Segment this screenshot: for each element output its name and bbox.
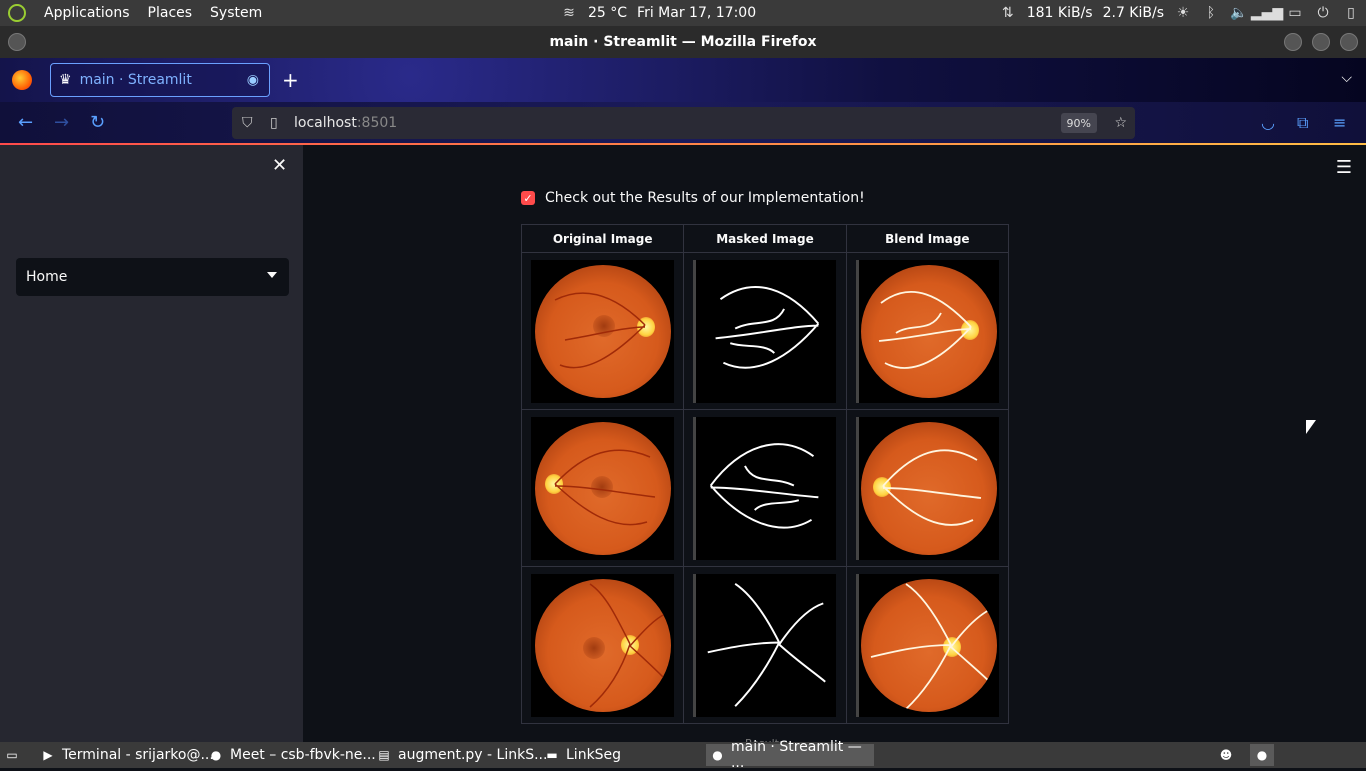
blend-retina-image — [855, 416, 999, 560]
page-select-value: Home — [26, 269, 68, 285]
taskbar-item-label: main · Streamlit — ... — [730, 739, 862, 771]
original-retina-image — [531, 259, 675, 403]
tab-streamlit[interactable]: ♛ main · Streamlit ◉ — [50, 63, 270, 97]
network-activity-icon: ⇅ — [1001, 5, 1014, 21]
table-row — [520, 409, 1010, 567]
folder-icon: ▬ — [546, 748, 558, 762]
firefox-launcher-icon[interactable]: ● — [1250, 744, 1274, 766]
list-all-tabs-chevron-down-icon[interactable]: ⌵ — [1341, 70, 1352, 86]
net-up: 2.7 KiB/s — [1102, 5, 1164, 21]
taskbar-item-linkseg[interactable]: ▬ LinkSeg — [540, 744, 625, 766]
user-icon[interactable]: ☻ — [1214, 744, 1238, 766]
window-menu-icon[interactable] — [8, 33, 26, 51]
checkbox-checked-icon[interactable]: ✓ — [521, 191, 535, 205]
taskbar-item-label: Meet – csb-fbvk-ne... — [230, 747, 376, 763]
maximize-icon[interactable] — [1312, 33, 1330, 51]
places-menu[interactable]: Places — [148, 5, 193, 21]
url-bar[interactable]: ⛉ ▯ localhost:8501 90% ☆ — [232, 107, 1135, 139]
taskbar-item-terminal[interactable]: ▶ Terminal - srijarko@... — [36, 744, 218, 766]
table-row — [520, 566, 1010, 724]
page-select[interactable]: Home — [16, 258, 289, 296]
url-host: localhost — [294, 115, 357, 131]
firefox-icon: ● — [210, 748, 222, 762]
signal-icon[interactable]: ▂▄▆ — [1251, 4, 1283, 22]
brightness-icon[interactable]: ☀ — [1174, 4, 1192, 22]
weather-temp: 25 °C — [588, 5, 628, 21]
results-checkbox[interactable]: ✓ Check out the Results of our Implement… — [521, 190, 865, 206]
blend-retina-image — [855, 259, 999, 403]
page-info-icon[interactable]: ▯ — [270, 115, 278, 131]
taskbar-item-streamlit[interactable]: ● main · Streamlit — ... — [706, 739, 874, 771]
sidebar-close-icon[interactable]: ✕ — [272, 155, 287, 176]
masked-retina-image — [693, 259, 837, 403]
app-menu-icon[interactable]: ≡ — [1333, 113, 1346, 132]
tab-title: main · Streamlit — [79, 72, 192, 88]
main-content: ☰ ✓ Check out the Results of our Impleme… — [303, 145, 1366, 750]
tab-strip: ♛ main · Streamlit ◉ + ⌵ — [0, 58, 1366, 102]
table-row — [520, 252, 1010, 410]
system-panel: Applications Places System ≋ 25 °C Fri M… — [0, 0, 1366, 26]
system-tray: ⇅ 181 KiB/s 2.7 KiB/s ☀ ᛒ 🔈 ▂▄▆ ▭ ⏻ ▯ — [999, 4, 1360, 22]
results-table: Original Image Masked Image Blend Image — [520, 224, 1010, 724]
window-titlebar[interactable]: main · Streamlit — Mozilla Firefox — [0, 26, 1366, 58]
results-checkbox-label: Check out the Results of our Implementat… — [545, 190, 865, 206]
back-arrow-icon[interactable]: ← — [18, 112, 33, 133]
url-port: :8501 — [356, 115, 398, 131]
blend-retina-image — [855, 573, 999, 717]
terminal-icon: ▶ — [43, 748, 53, 762]
weather-icon: ≋ — [563, 5, 575, 21]
new-tab-button[interactable]: + — [282, 68, 299, 92]
clock[interactable]: Fri Mar 17, 17:00 — [637, 5, 756, 21]
main-menu-icon[interactable]: ☰ — [1336, 157, 1352, 178]
mouse-cursor-icon — [1306, 420, 1316, 434]
taskbar-item-label: LinkSeg — [566, 747, 622, 763]
logout-icon[interactable]: ⏻ — [1314, 4, 1332, 22]
system-menu[interactable]: System — [210, 5, 262, 21]
taskbar-item-label: Terminal - srijarko@... — [62, 747, 214, 763]
tab-audio-icon[interactable]: ◉ — [247, 72, 259, 88]
close-window-icon[interactable] — [1340, 33, 1358, 51]
applications-menu[interactable]: Applications — [44, 5, 130, 21]
power-icon[interactable]: ▯ — [1342, 4, 1360, 22]
forward-arrow-icon[interactable]: → — [54, 112, 69, 133]
shield-icon[interactable]: ⛉ — [242, 115, 253, 131]
original-retina-image — [531, 416, 675, 560]
header-blend: Blend Image — [845, 224, 1010, 253]
bookmark-star-icon[interactable]: ☆ — [1114, 115, 1127, 131]
window-title: main · Streamlit — Mozilla Firefox — [549, 34, 817, 50]
net-down: 181 KiB/s — [1026, 5, 1093, 21]
masked-retina-image — [693, 416, 837, 560]
pocket-icon[interactable]: ◡ — [1261, 113, 1275, 132]
taskbar: ▭ ▶ Terminal - srijarko@... ● Meet – csb-f… — [0, 739, 1366, 771]
taskbar-item-meet[interactable]: ● Meet – csb-fbvk-ne... — [204, 744, 380, 766]
firefox-icon: ● — [712, 748, 723, 762]
volume-icon[interactable]: 🔈 — [1230, 4, 1248, 22]
reload-icon[interactable]: ↻ — [90, 112, 105, 133]
extensions-icon[interactable]: ⧉ — [1297, 113, 1308, 133]
taskbar-item-label: augment.py - LinkS... — [398, 747, 548, 763]
show-desktop-icon[interactable]: ▭ — [0, 744, 24, 766]
streamlit-favicon-icon: ♛ — [59, 72, 72, 88]
taskbar-item-augment[interactable]: ▤ augment.py - LinkS... — [372, 744, 551, 766]
clock-area: ≋ 25 °C Fri Mar 17, 17:00 — [560, 4, 756, 22]
masked-retina-image — [693, 573, 837, 717]
navigation-toolbar: ← → ↻ ⛉ ▯ localhost:8501 90% ☆ ◡ ⧉ ≡ — [0, 102, 1366, 144]
distro-logo-icon[interactable] — [8, 4, 26, 22]
zoom-level-button[interactable]: 90% — [1060, 113, 1097, 133]
editor-icon: ▤ — [378, 748, 390, 762]
system-menus: Applications Places System — [0, 4, 262, 22]
sidebar: ✕ Home — [0, 145, 303, 742]
header-original: Original Image — [520, 224, 685, 253]
bluetooth-icon[interactable]: ᛒ — [1202, 4, 1220, 22]
battery-icon[interactable]: ▭ — [1286, 4, 1304, 22]
header-masked: Masked Image — [683, 224, 847, 253]
minimize-icon[interactable] — [1284, 33, 1302, 51]
firefox-view-icon[interactable] — [12, 70, 32, 90]
chevron-down-icon — [267, 272, 277, 278]
original-retina-image — [531, 573, 675, 717]
